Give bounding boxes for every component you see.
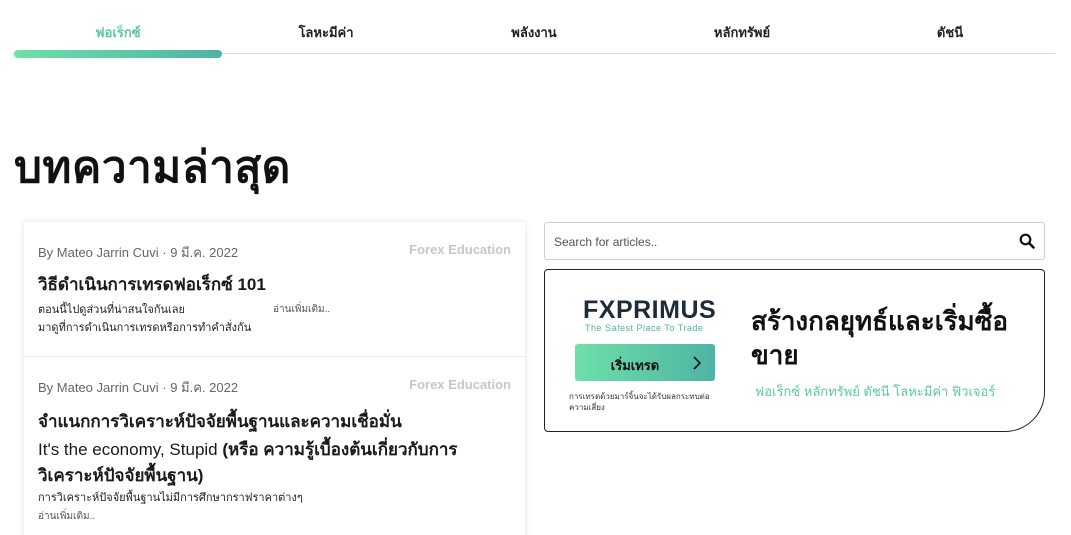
article-card[interactable]: By Mateo Jarrin Cuvi · 9 มี.ค. 2022 Fore…: [24, 222, 525, 357]
risk-disclaimer: การเทรดด้วยมาร์จิ้นจะได้รับผลกระทบต่อควา…: [569, 392, 710, 412]
tab-energy[interactable]: พลังงาน: [430, 22, 638, 43]
tab-forex[interactable]: ฟอเร็กซ์: [14, 22, 222, 43]
article-category[interactable]: Forex Education: [409, 242, 511, 257]
tab-indices[interactable]: ดัชนี: [846, 22, 1054, 43]
article-excerpt-line2: มาดูที่การดำเนินการเทรดหรือการทำคำสั่งกั…: [38, 322, 252, 334]
brand-tagline: The Safest Place To Trade: [585, 323, 704, 333]
article-category[interactable]: Forex Education: [409, 377, 511, 392]
start-trading-label: เริ่มเทรด: [610, 358, 660, 373]
article-meta: By Mateo Jarrin Cuvi · 9 มี.ค. 2022: [38, 245, 239, 260]
search-input[interactable]: [554, 232, 994, 252]
page-title: บทความล่าสุด: [14, 143, 291, 192]
article-meta: By Mateo Jarrin Cuvi · 9 มี.ค. 2022: [38, 380, 239, 395]
read-more-link[interactable]: อ่านเพิ่มเติม..: [273, 302, 330, 317]
tab-precious-metals[interactable]: โลหะมีค่า: [222, 22, 430, 43]
tab-stocks[interactable]: หลักทรัพย์: [638, 22, 846, 43]
article-excerpt: ตอนนี้ไปดูส่วนที่น่าสนใจกันเลย: [38, 304, 185, 316]
article-subtitle: It's the economy, Stupid (หรือ ความรู้เบ…: [38, 437, 508, 489]
start-trading-button[interactable]: เริ่มเทรด: [575, 344, 715, 381]
promo-title: สร้างกลยุทธ์และเริ่มซื้อขาย: [751, 306, 1008, 370]
chevron-right-icon: [693, 356, 702, 370]
article-excerpt: การวิเคราะห์ปัจจัยพื้นฐานไม่มีการศึกษากร…: [38, 492, 303, 504]
active-tab-indicator: [14, 50, 222, 58]
article-title[interactable]: วิธีดำเนินการเทรดฟอเร็กซ์ 101: [38, 271, 266, 298]
category-tabs: ฟอเร็กซ์ โลหะมีค่า พลังงาน หลักทรัพย์ ดั…: [14, 0, 1055, 58]
article-search: [544, 222, 1045, 260]
article-title[interactable]: จำแนกการวิเคราะห์ปัจจัยพื้นฐานและความเชื…: [38, 408, 402, 435]
article-subtitle-plain: It's the economy, Stupid: [38, 440, 223, 459]
promo-tags: ฟอเร็กซ์ หลักทรัพย์ ดัชนี โลหะมีค่า ฟิวเ…: [755, 384, 996, 399]
brand-logo: FXPRIMUS: [583, 296, 717, 324]
read-more-link[interactable]: อ่านเพิ่มเติม..: [38, 509, 95, 524]
promo-banner: FXPRIMUS The Safest Place To Trade เริ่ม…: [544, 269, 1045, 432]
article-card[interactable]: By Mateo Jarrin Cuvi · 9 มี.ค. 2022 Fore…: [24, 357, 525, 535]
article-list: By Mateo Jarrin Cuvi · 9 มี.ค. 2022 Fore…: [24, 222, 525, 535]
search-icon[interactable]: [1019, 233, 1035, 249]
